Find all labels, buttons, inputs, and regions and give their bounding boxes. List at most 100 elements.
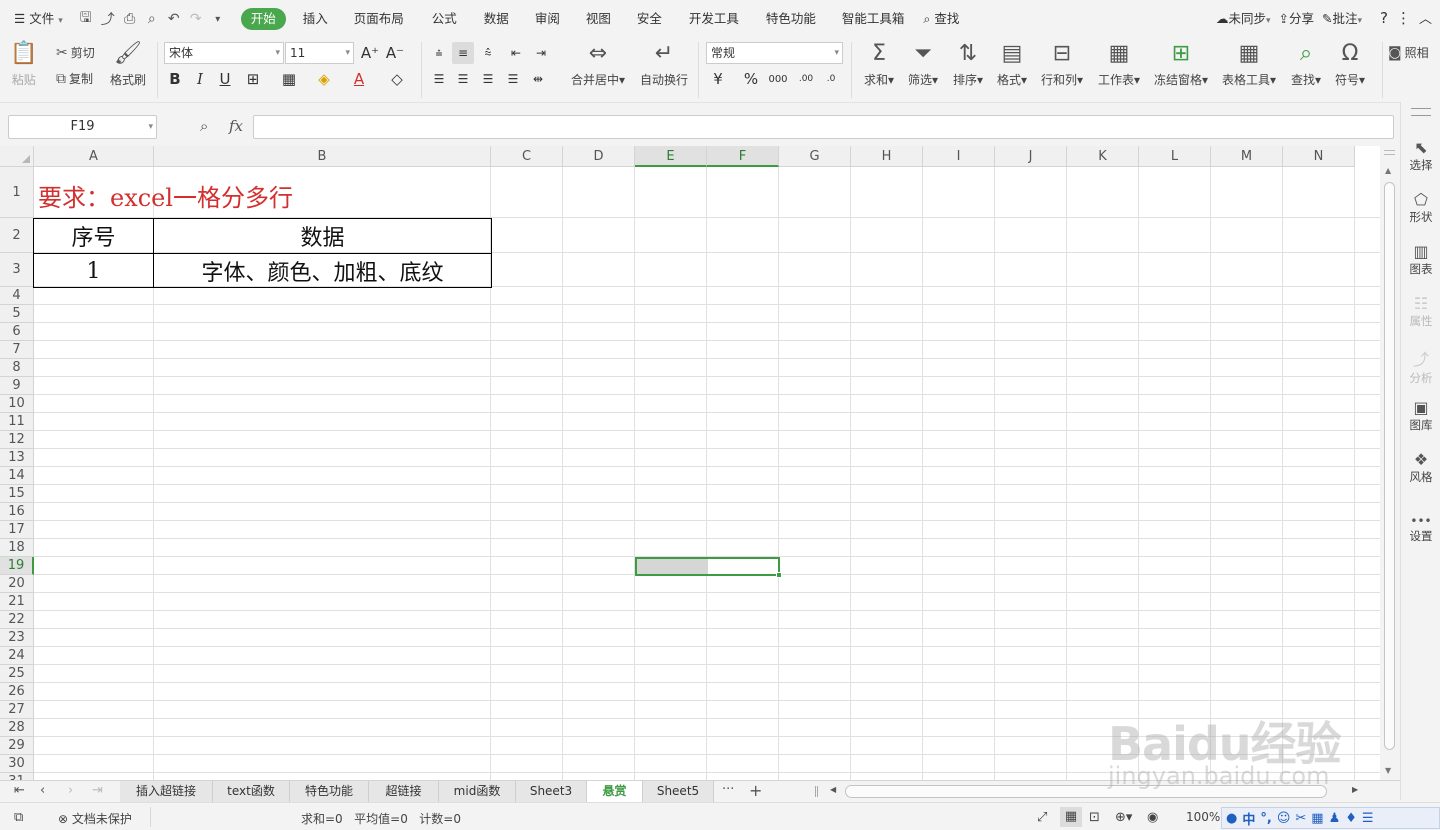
cell-B2[interactable]: 数据 xyxy=(154,219,491,253)
cell-B3[interactable]: 字体、颜色、加粗、底纹 xyxy=(154,254,491,288)
column-header-i[interactable]: I xyxy=(923,146,995,167)
zoom-level[interactable]: 100% xyxy=(1186,810,1220,824)
row-header-24[interactable]: 24 xyxy=(0,647,34,665)
ime-language[interactable]: 中 xyxy=(1242,809,1255,828)
cell-A1[interactable]: 要求：excel一格分多行 xyxy=(38,178,293,213)
column-header-k[interactable]: K xyxy=(1067,146,1139,167)
print-icon[interactable]: ⎙ xyxy=(119,8,141,30)
tools-icon[interactable]: ✂ xyxy=(1295,811,1306,826)
column-header-a[interactable]: A xyxy=(34,146,154,167)
number-format-select[interactable]: 常规 xyxy=(706,42,843,64)
justify-icon[interactable]: ☰ xyxy=(502,68,524,90)
scroll-down-icon[interactable]: ▼ xyxy=(1385,766,1391,775)
collapse-ribbon-icon[interactable]: ︿ xyxy=(1419,8,1432,27)
row-header-9[interactable]: 9 xyxy=(0,377,34,395)
cell-A2[interactable]: 序号 xyxy=(34,219,153,253)
row-header-29[interactable]: 29 xyxy=(0,737,34,755)
worksheet-button[interactable]: ▦ 工作表▾ xyxy=(1098,41,1140,88)
page-break-view-icon[interactable]: ⊡ xyxy=(1089,810,1100,825)
row-header-20[interactable]: 20 xyxy=(0,575,34,593)
row-header-25[interactable]: 25 xyxy=(0,665,34,683)
comment-button[interactable]: ✎批注▾ xyxy=(1322,8,1362,27)
prev-sheet-icon[interactable]: ‹ xyxy=(40,783,45,798)
font-size-select[interactable]: 11 xyxy=(285,42,354,64)
percent-button[interactable]: % xyxy=(740,68,762,90)
first-sheet-icon[interactable]: ⇤ xyxy=(14,783,25,798)
column-header-l[interactable]: L xyxy=(1139,146,1211,167)
row-header-8[interactable]: 8 xyxy=(0,359,34,377)
column-header-e[interactable]: E xyxy=(635,146,707,167)
customize-quick-access-icon[interactable]: ▾ xyxy=(207,8,229,30)
tab-special-features[interactable]: 特色功能 xyxy=(753,8,829,30)
tab-insert[interactable]: 插入 xyxy=(291,8,340,30)
decrease-font-icon[interactable]: A⁻ xyxy=(384,42,406,64)
row-header-3[interactable]: 3 xyxy=(0,253,34,287)
insert-function-button[interactable]: fx xyxy=(229,117,243,135)
vertical-scroll-thumb[interactable] xyxy=(1384,182,1395,750)
menu-icon[interactable]: ☰ xyxy=(1362,811,1374,826)
align-middle-icon[interactable]: ≡ xyxy=(452,42,474,64)
redo-icon[interactable]: ↷ xyxy=(185,8,207,30)
fullscreen-icon[interactable]: ⤢ xyxy=(1037,810,1047,825)
emoji-icon[interactable]: ☺ xyxy=(1277,811,1291,826)
format-painter-button[interactable]: 🖌 格式刷 xyxy=(110,41,146,88)
tab-view[interactable]: 视图 xyxy=(573,8,624,30)
column-header-h[interactable]: H xyxy=(851,146,923,167)
pane-charts[interactable]: ▥ 图表 xyxy=(1401,242,1440,277)
row-header-23[interactable]: 23 xyxy=(0,629,34,647)
row-header-13[interactable]: 13 xyxy=(0,449,34,467)
tab-split-handle[interactable] xyxy=(815,786,818,797)
row-header-6[interactable]: 6 xyxy=(0,323,34,341)
pane-shapes[interactable]: ⬠ 形状 xyxy=(1401,190,1440,225)
sync-status[interactable]: ☁未同步▾ xyxy=(1216,8,1271,27)
tab-home[interactable]: 开始 xyxy=(240,8,286,30)
file-menu[interactable]: ☰ 文件 ▾ xyxy=(0,8,75,30)
sort-button[interactable]: ⇅ 排序▾ xyxy=(953,41,983,88)
next-sheet-icon[interactable]: › xyxy=(68,783,73,798)
row-header-10[interactable]: 10 xyxy=(0,395,34,413)
pane-style[interactable]: ❖ 风格 xyxy=(1401,450,1440,485)
scroll-left-icon[interactable]: ◀ xyxy=(830,785,836,794)
sheet-tab-3[interactable]: 特色功能 xyxy=(290,781,369,802)
copy-button[interactable]: ⧉ 复制 xyxy=(56,70,93,87)
spreadsheet-grid[interactable]: ABCDEFGHIJKLMN 1 2 3 4 5 6 7 8 9 10 11 12 13 14 15 16 17… xyxy=(0,146,1380,780)
help-button[interactable]: ? xyxy=(1380,9,1388,27)
column-header-g[interactable]: G xyxy=(779,146,851,167)
row-header-26[interactable]: 26 xyxy=(0,683,34,701)
tab-data[interactable]: 数据 xyxy=(471,8,522,30)
eye-protection-icon[interactable]: ◉ xyxy=(1147,810,1158,825)
row-header-21[interactable]: 21 xyxy=(0,593,34,611)
reading-mode-icon[interactable]: ⊕▾ xyxy=(1115,810,1132,825)
pane-menu-icon[interactable] xyxy=(1411,108,1431,116)
tab-page-layout[interactable]: 页面布局 xyxy=(340,8,418,30)
sheet-tab-4[interactable]: 超链接 xyxy=(369,781,439,802)
row-header-1[interactable]: 1 xyxy=(0,167,34,218)
row-header-31[interactable]: 31 xyxy=(0,773,34,780)
pane-gallery[interactable]: ▣ 图库 xyxy=(1401,398,1440,433)
zoom-formula-icon[interactable]: ⌕ xyxy=(200,117,208,135)
column-header-d[interactable]: D xyxy=(563,146,635,167)
sheet-tab-2[interactable]: text函数 xyxy=(213,781,290,802)
cell-A3[interactable]: 1 xyxy=(34,254,153,288)
ime-logo-icon[interactable]: ● xyxy=(1226,811,1237,826)
scroll-right-icon[interactable]: ▶ xyxy=(1352,785,1358,794)
normal-view-icon[interactable]: ▦ xyxy=(1060,807,1082,827)
row-header-16[interactable]: 16 xyxy=(0,503,34,521)
fill-handle[interactable] xyxy=(776,572,782,578)
align-top-icon[interactable]: ⩮ xyxy=(428,42,450,64)
scroll-up-icon[interactable]: ▲ xyxy=(1385,166,1391,175)
row-header-15[interactable]: 15 xyxy=(0,485,34,503)
row-header-18[interactable]: 18 xyxy=(0,539,34,557)
row-header-7[interactable]: 7 xyxy=(0,341,34,359)
distributed-icon[interactable]: ⇹ xyxy=(527,68,549,90)
row-header-4[interactable]: 4 xyxy=(0,287,34,305)
macro-icon[interactable]: ⧉ xyxy=(14,810,23,825)
sheet-tab-1[interactable]: 插入超链接 xyxy=(120,781,213,802)
table-tools-button[interactable]: ▦ 表格工具▾ xyxy=(1222,41,1276,88)
underline-button[interactable]: U xyxy=(214,68,236,90)
column-header-c[interactable]: C xyxy=(491,146,563,167)
more-sheets-button[interactable]: ··· xyxy=(722,782,734,797)
document-protection[interactable]: ⊗ 文档未保护 xyxy=(58,810,132,827)
row-header-19[interactable]: 19 xyxy=(0,557,34,575)
name-box[interactable]: F19 xyxy=(8,115,157,139)
